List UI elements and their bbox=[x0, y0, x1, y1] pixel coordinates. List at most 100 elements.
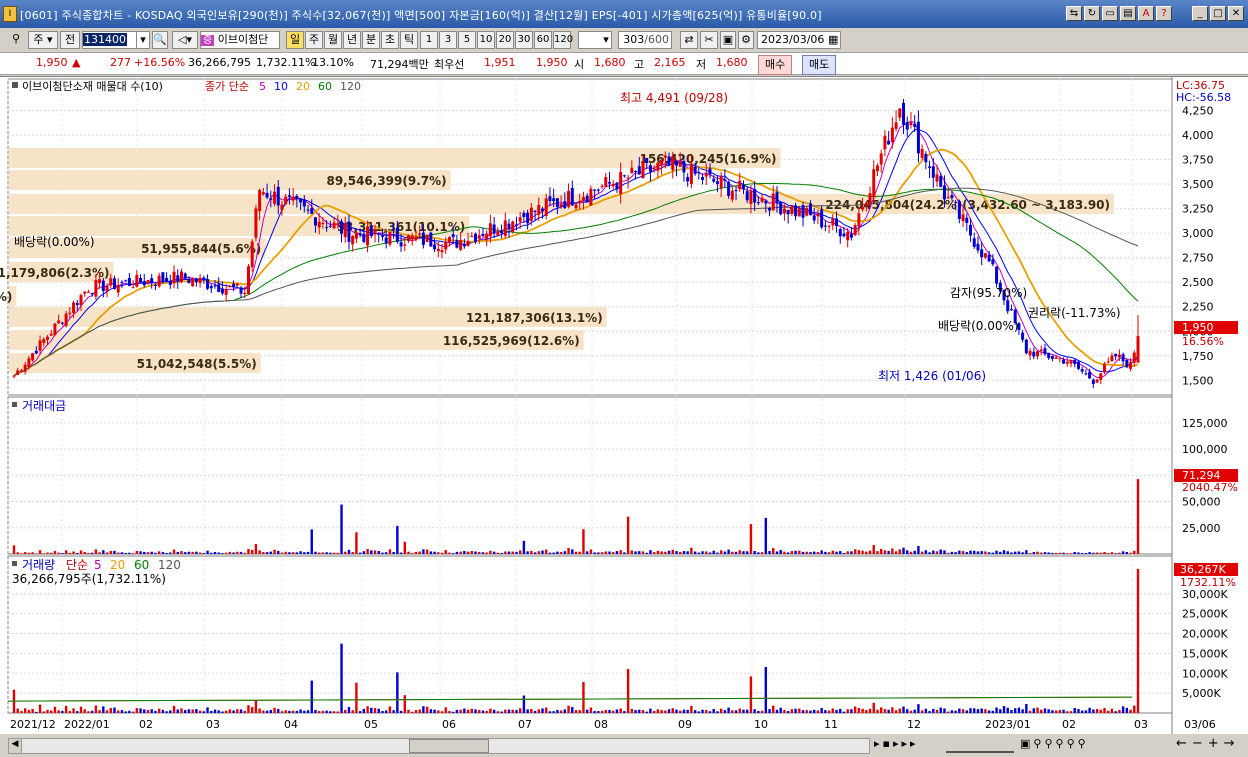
candle-body bbox=[1084, 373, 1088, 375]
scroll-thumb[interactable] bbox=[409, 739, 489, 753]
period-tab-1[interactable]: 주 bbox=[305, 31, 323, 49]
amount-bar bbox=[556, 551, 559, 554]
scroll-left-icon[interactable]: ⇄ bbox=[680, 31, 698, 49]
mode-button[interactable]: 전 bbox=[60, 31, 80, 49]
maximize-button[interactable]: □ bbox=[1210, 6, 1226, 21]
volume-bar bbox=[344, 709, 347, 713]
horizontal-scrollbar[interactable]: ◀ bbox=[8, 738, 870, 754]
chart-area[interactable]: 1,504,409(0.2%) 21,179,806(2.3%) 51,955,84… bbox=[0, 76, 1248, 735]
interval-tab-3[interactable]: 3 bbox=[439, 31, 457, 49]
period-tab-5[interactable]: 초 bbox=[381, 31, 399, 49]
amount-bar bbox=[976, 551, 980, 554]
font-icon[interactable]: A bbox=[1138, 6, 1154, 21]
amount-bar bbox=[954, 552, 957, 554]
amount-bar bbox=[288, 552, 291, 554]
amount-bar bbox=[481, 552, 485, 554]
candle-body bbox=[634, 171, 638, 173]
volume-bar bbox=[738, 708, 741, 713]
volume-bar bbox=[206, 707, 209, 713]
scroll-left-button[interactable]: ◀ bbox=[9, 739, 22, 753]
zoom-slider[interactable] bbox=[946, 737, 1014, 753]
candle-body bbox=[615, 182, 619, 190]
amount-bar bbox=[68, 552, 72, 554]
amount-bar bbox=[210, 552, 213, 554]
volume-bar bbox=[1040, 709, 1043, 713]
candle-body bbox=[83, 291, 87, 294]
amount-bar bbox=[783, 551, 786, 554]
date-field[interactable]: 2023/03/06 ▦ bbox=[757, 31, 841, 49]
volume-bar bbox=[1125, 707, 1129, 713]
candle-body bbox=[1106, 361, 1110, 363]
volume-bar bbox=[861, 708, 864, 713]
candle-body bbox=[656, 162, 660, 171]
market-select[interactable]: 주 ▾ bbox=[28, 31, 58, 49]
refresh-icon[interactable]: ↻ bbox=[1084, 6, 1100, 21]
print-icon[interactable]: ▤ bbox=[1120, 6, 1136, 21]
candle-body bbox=[738, 180, 742, 190]
chart-view-icons[interactable]: ▣⚲⚲⚲⚲⚲ bbox=[1020, 737, 1089, 750]
window-icon[interactable]: ▭ bbox=[1102, 6, 1118, 21]
code-search-icon[interactable]: ⚲ bbox=[6, 31, 26, 49]
volume-bar bbox=[533, 710, 537, 713]
amount-bar bbox=[619, 550, 622, 554]
zoom-buttons[interactable]: ←−+→ bbox=[1176, 736, 1240, 751]
save-icon[interactable]: ▣ bbox=[720, 31, 736, 49]
interval-select[interactable]: ▾ bbox=[578, 31, 612, 49]
volume-bar bbox=[556, 709, 559, 713]
amount-bar bbox=[716, 552, 719, 554]
volume-bar bbox=[470, 708, 473, 713]
interval-tab-60[interactable]: 60 bbox=[534, 31, 552, 49]
candle-body bbox=[991, 259, 995, 265]
interval-tab-30[interactable]: 30 bbox=[515, 31, 533, 49]
amount-bar bbox=[224, 552, 228, 554]
interval-tab-20[interactable]: 20 bbox=[496, 31, 514, 49]
sound-icon[interactable]: ◁▾ bbox=[172, 31, 198, 49]
amount-bar bbox=[451, 553, 455, 554]
amount-bar bbox=[198, 552, 202, 554]
candle-body bbox=[857, 213, 861, 227]
period-tab-3[interactable]: 년 bbox=[343, 31, 361, 49]
candle-body bbox=[243, 292, 247, 295]
tools-icon[interactable]: ✂ bbox=[700, 31, 718, 49]
calendar-icon[interactable]: ▦ bbox=[828, 32, 840, 48]
market-value: 주 bbox=[33, 33, 44, 46]
interval-tab-5[interactable]: 5 bbox=[458, 31, 476, 49]
volume-bar bbox=[686, 709, 689, 713]
interval-tab-10[interactable]: 10 bbox=[477, 31, 495, 49]
amount-tick-label: 50,000 bbox=[1182, 496, 1221, 509]
amount-bar bbox=[128, 552, 131, 554]
code-input[interactable]: 131400 ▾ bbox=[82, 31, 150, 49]
volume-bar bbox=[853, 706, 857, 713]
settings-icon[interactable]: ⚙ bbox=[738, 31, 754, 49]
link-icon[interactable]: ⇆ bbox=[1066, 6, 1082, 21]
stock-name-field[interactable]: 증 이브이첨단 bbox=[200, 31, 280, 49]
search-icon[interactable]: 🔍 bbox=[152, 31, 168, 49]
period-tab-0[interactable]: 일 bbox=[286, 31, 304, 49]
amount-bar bbox=[109, 551, 112, 554]
close-button[interactable]: ✕ bbox=[1228, 6, 1244, 21]
playback-controls[interactable]: ▸▪▸▸▸ bbox=[874, 737, 919, 750]
period-tab-2[interactable]: 월 bbox=[324, 31, 342, 49]
volume-bar bbox=[842, 711, 846, 713]
help-icon[interactable]: ? bbox=[1156, 6, 1172, 21]
volume-bar bbox=[117, 710, 120, 713]
amount-bar bbox=[1058, 552, 1062, 554]
minimize-button[interactable]: _ bbox=[1192, 6, 1208, 21]
period-tab-6[interactable]: 틱 bbox=[400, 31, 418, 49]
volume-tick-label: 15,000K bbox=[1182, 647, 1228, 660]
amount-bar bbox=[291, 552, 295, 554]
period-tab-4[interactable]: 분 bbox=[362, 31, 380, 49]
interval-tab-1[interactable]: 1 bbox=[420, 31, 438, 49]
candle-body bbox=[12, 375, 16, 377]
candle-body bbox=[421, 232, 425, 245]
buy-button[interactable]: 매수 bbox=[758, 55, 793, 75]
chart-svg[interactable]: 1,504,409(0.2%) 21,179,806(2.3%) 51,955,84… bbox=[0, 77, 1248, 735]
candle-body bbox=[794, 205, 798, 217]
interval-tab-120[interactable]: 120 bbox=[553, 31, 573, 49]
amount-bar bbox=[812, 551, 816, 554]
count-field[interactable]: 303/600 bbox=[618, 31, 672, 49]
sell-button[interactable]: 매도 bbox=[802, 55, 837, 75]
date-value: 2023/03/06 bbox=[761, 33, 825, 46]
amount-bar bbox=[265, 552, 269, 554]
candle-body bbox=[786, 209, 790, 215]
